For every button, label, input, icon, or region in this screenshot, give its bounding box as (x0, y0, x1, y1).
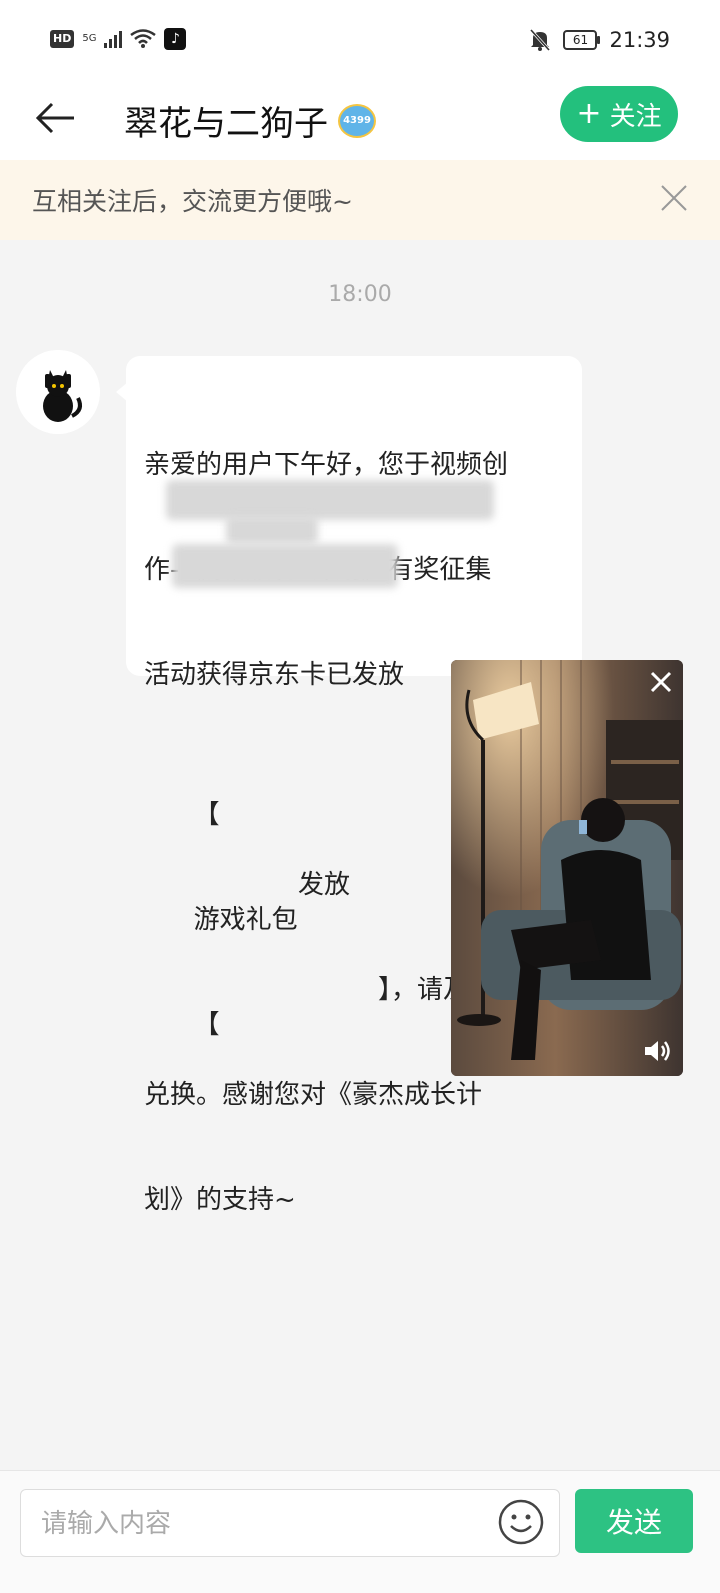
message-line: 兑换。感谢您对《豪杰成长计 (144, 1080, 483, 1110)
wifi-icon (130, 29, 157, 48)
black-cat-icon (16, 350, 100, 434)
redacted-area (226, 516, 318, 544)
message-line: 划》的支持~ (144, 1185, 296, 1215)
message-bubble[interactable]: 亲爱的用户下午好，您于视频创 作-《豪杰成长计划》有奖征集 活动获得京东卡已发放… (116, 356, 582, 1215)
follow-notice-banner: 互相关注后，交流更方便哦~ (0, 160, 720, 240)
plus-icon: + (576, 96, 602, 131)
clock: 21:39 (609, 28, 670, 52)
status-left: HD 5G ♪ (50, 28, 187, 50)
close-icon[interactable] (647, 668, 675, 696)
video-frame (451, 660, 683, 1076)
4399-badge-icon: 4399 (338, 103, 376, 138)
chat-header: 翠花与二狗子 4399 + 关注 (0, 84, 720, 160)
send-button[interactable]: 发送 (575, 1489, 693, 1553)
avatar[interactable] (16, 350, 100, 434)
mute-bell-icon (530, 28, 551, 52)
follow-label: 关注 (609, 101, 662, 132)
follow-button[interactable]: + 关注 (560, 86, 678, 142)
redacted-area (166, 480, 494, 520)
message-line: 亲爱的用户下午好，您于视频创 (144, 450, 509, 480)
page-title: 翠花与二狗子 (124, 104, 328, 144)
message-input[interactable] (39, 1490, 493, 1558)
hd-indicator: HD (50, 30, 75, 48)
floating-video-player[interactable] (451, 660, 683, 1076)
notice-text: 互相关注后，交流更方便哦~ (32, 187, 353, 216)
signal-icon (104, 30, 123, 48)
network-type: 5G (82, 33, 97, 44)
status-right: 61 21:39 (529, 28, 670, 52)
input-bar: 发送 (0, 1470, 720, 1593)
redacted-area (172, 544, 398, 588)
tiktok-icon: ♪ (164, 28, 187, 50)
back-arrow-icon[interactable] (32, 94, 80, 142)
battery-icon: 61 (563, 30, 601, 50)
status-bar: HD 5G ♪ 61 21:39 (0, 0, 720, 84)
volume-icon[interactable] (643, 1038, 673, 1064)
close-icon[interactable] (658, 182, 690, 214)
message-timestamp: 18:00 (328, 282, 392, 307)
message-input-box[interactable] (20, 1489, 560, 1558)
title-group: 翠花与二狗子 4399 (124, 96, 376, 145)
emoji-icon[interactable] (497, 1498, 545, 1546)
